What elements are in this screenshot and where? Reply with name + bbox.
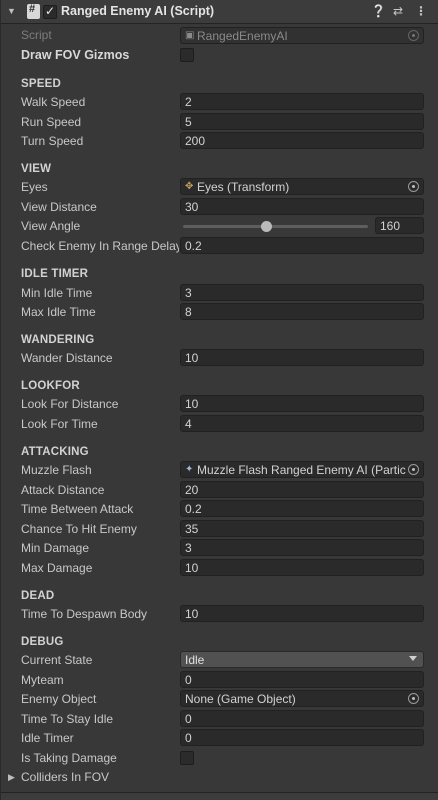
- view-angle-slider-thumb[interactable]: [260, 221, 272, 232]
- section-header-wandering: WANDERING: [21, 334, 95, 346]
- foldout-arrow-icon[interactable]: ▶: [8, 772, 15, 783]
- current-state-value: Idle: [185, 653, 205, 667]
- check-enemy-delay-field[interactable]: 0.2: [180, 237, 424, 254]
- wander-distance-label: Wander Distance: [21, 351, 113, 365]
- walk-speed-label: Walk Speed: [21, 95, 86, 109]
- muzzle-flash-value: Muzzle Flash Ranged Enemy AI (Partic: [197, 463, 406, 477]
- myteam-label: Myteam: [21, 673, 64, 687]
- draw-fov-gizmos-label: Draw FOV Gizmos: [21, 48, 130, 62]
- turn-speed-label: Turn Speed: [21, 134, 84, 148]
- presets-icon[interactable]: ⇄: [393, 4, 403, 18]
- max-idle-time-label: Max Idle Time: [21, 305, 96, 319]
- chevron-down-icon: [409, 656, 417, 661]
- context-menu-icon[interactable]: ⋮: [415, 4, 427, 18]
- max-damage-field[interactable]: 10: [180, 559, 424, 576]
- section-header-dead: DEAD: [21, 590, 55, 602]
- next-component-header[interactable]: [1, 792, 438, 800]
- section-header-debug: DEBUG: [21, 636, 64, 648]
- look-for-distance-field[interactable]: 10: [180, 395, 424, 412]
- time-to-despawn-field[interactable]: 10: [180, 605, 424, 622]
- section-header-view: VIEW: [21, 163, 52, 175]
- time-between-attack-label: Time Between Attack: [21, 502, 134, 516]
- section-header-attacking: ATTACKING: [21, 446, 89, 458]
- chance-to-hit-field[interactable]: 35: [180, 520, 424, 537]
- time-to-stay-idle-label: Time To Stay Idle: [21, 712, 114, 726]
- check-enemy-delay-label: Check Enemy In Range Delay: [21, 239, 179, 253]
- turn-speed-field[interactable]: 200: [180, 132, 424, 149]
- foldout-arrow-icon[interactable]: ▼: [7, 6, 16, 16]
- max-idle-time-field[interactable]: 8: [180, 303, 424, 320]
- help-icon[interactable]: ❔: [371, 4, 386, 18]
- view-distance-label: View Distance: [21, 200, 97, 214]
- run-speed-field[interactable]: 5: [180, 113, 424, 130]
- attack-distance-label: Attack Distance: [21, 483, 105, 497]
- object-picker-icon[interactable]: [408, 693, 419, 704]
- chance-to-hit-label: Chance To Hit Enemy: [21, 522, 137, 536]
- view-distance-field[interactable]: 30: [180, 198, 424, 215]
- transform-icon: ✥: [185, 181, 194, 192]
- current-state-dropdown[interactable]: Idle: [180, 651, 424, 668]
- section-header-lookfor: LOOKFOR: [21, 380, 80, 392]
- script-icon: [27, 3, 40, 19]
- object-picker-icon: [408, 30, 419, 41]
- enemy-object-label: Enemy Object: [21, 692, 97, 706]
- component-enabled-checkbox[interactable]: [43, 4, 57, 19]
- look-for-time-field[interactable]: 4: [180, 415, 424, 432]
- is-taking-damage-checkbox[interactable]: [180, 751, 194, 765]
- enemy-object-value: None (Game Object): [185, 692, 296, 706]
- walk-speed-field[interactable]: 2: [180, 93, 424, 110]
- component-header[interactable]: ▼ Ranged Enemy AI (Script) ❔ ⇄ ⋮: [1, 0, 438, 24]
- muzzle-flash-field[interactable]: ✦ Muzzle Flash Ranged Enemy AI (Partic: [180, 461, 424, 478]
- myteam-field[interactable]: 0: [180, 671, 424, 688]
- look-for-time-label: Look For Time: [21, 417, 98, 431]
- eyes-value: Eyes (Transform): [197, 180, 290, 194]
- wander-distance-field[interactable]: 10: [180, 349, 424, 366]
- view-angle-label: View Angle: [21, 219, 81, 233]
- object-picker-icon[interactable]: [408, 464, 419, 475]
- enemy-object-field[interactable]: None (Game Object): [180, 690, 424, 707]
- look-for-distance-label: Look For Distance: [21, 397, 119, 411]
- component-title: Ranged Enemy AI (Script): [61, 4, 215, 18]
- idle-timer-field[interactable]: 0: [180, 729, 424, 746]
- eyes-field[interactable]: ✥ Eyes (Transform): [180, 178, 424, 195]
- section-header-idle-timer: IDLE TIMER: [21, 268, 89, 280]
- min-idle-time-field[interactable]: 3: [180, 284, 424, 301]
- time-between-attack-field[interactable]: 0.2: [180, 500, 424, 517]
- script-file-icon: ▣: [185, 30, 195, 41]
- view-angle-field[interactable]: 160: [375, 217, 424, 234]
- script-field: ▣ RangedEnemyAI: [180, 27, 424, 44]
- inspector-panel: ▼ Ranged Enemy AI (Script) ❔ ⇄ ⋮ Script …: [0, 0, 438, 800]
- script-value: RangedEnemyAI: [197, 29, 288, 43]
- colliders-in-fov-foldout[interactable]: Colliders In FOV: [21, 770, 109, 784]
- max-damage-label: Max Damage: [21, 561, 93, 575]
- draw-fov-gizmos-checkbox[interactable]: [180, 48, 194, 62]
- view-angle-slider-track[interactable]: [183, 225, 368, 228]
- attack-distance-field[interactable]: 20: [180, 481, 424, 498]
- min-damage-label: Min Damage: [21, 541, 90, 555]
- min-damage-field[interactable]: 3: [180, 539, 424, 556]
- particle-system-icon: ✦: [185, 464, 194, 475]
- eyes-label: Eyes: [21, 180, 48, 194]
- min-idle-time-label: Min Idle Time: [21, 286, 93, 300]
- time-to-despawn-label: Time To Despawn Body: [21, 607, 148, 621]
- time-to-stay-idle-field[interactable]: 0: [180, 710, 424, 727]
- idle-timer-label: Idle Timer: [21, 731, 74, 745]
- current-state-label: Current State: [21, 653, 93, 667]
- script-label: Script: [21, 28, 52, 42]
- run-speed-label: Run Speed: [21, 115, 82, 129]
- section-header-speed: SPEED: [21, 78, 61, 90]
- object-picker-icon[interactable]: [408, 181, 419, 192]
- is-taking-damage-label: Is Taking Damage: [21, 751, 117, 765]
- muzzle-flash-label: Muzzle Flash: [21, 463, 92, 477]
